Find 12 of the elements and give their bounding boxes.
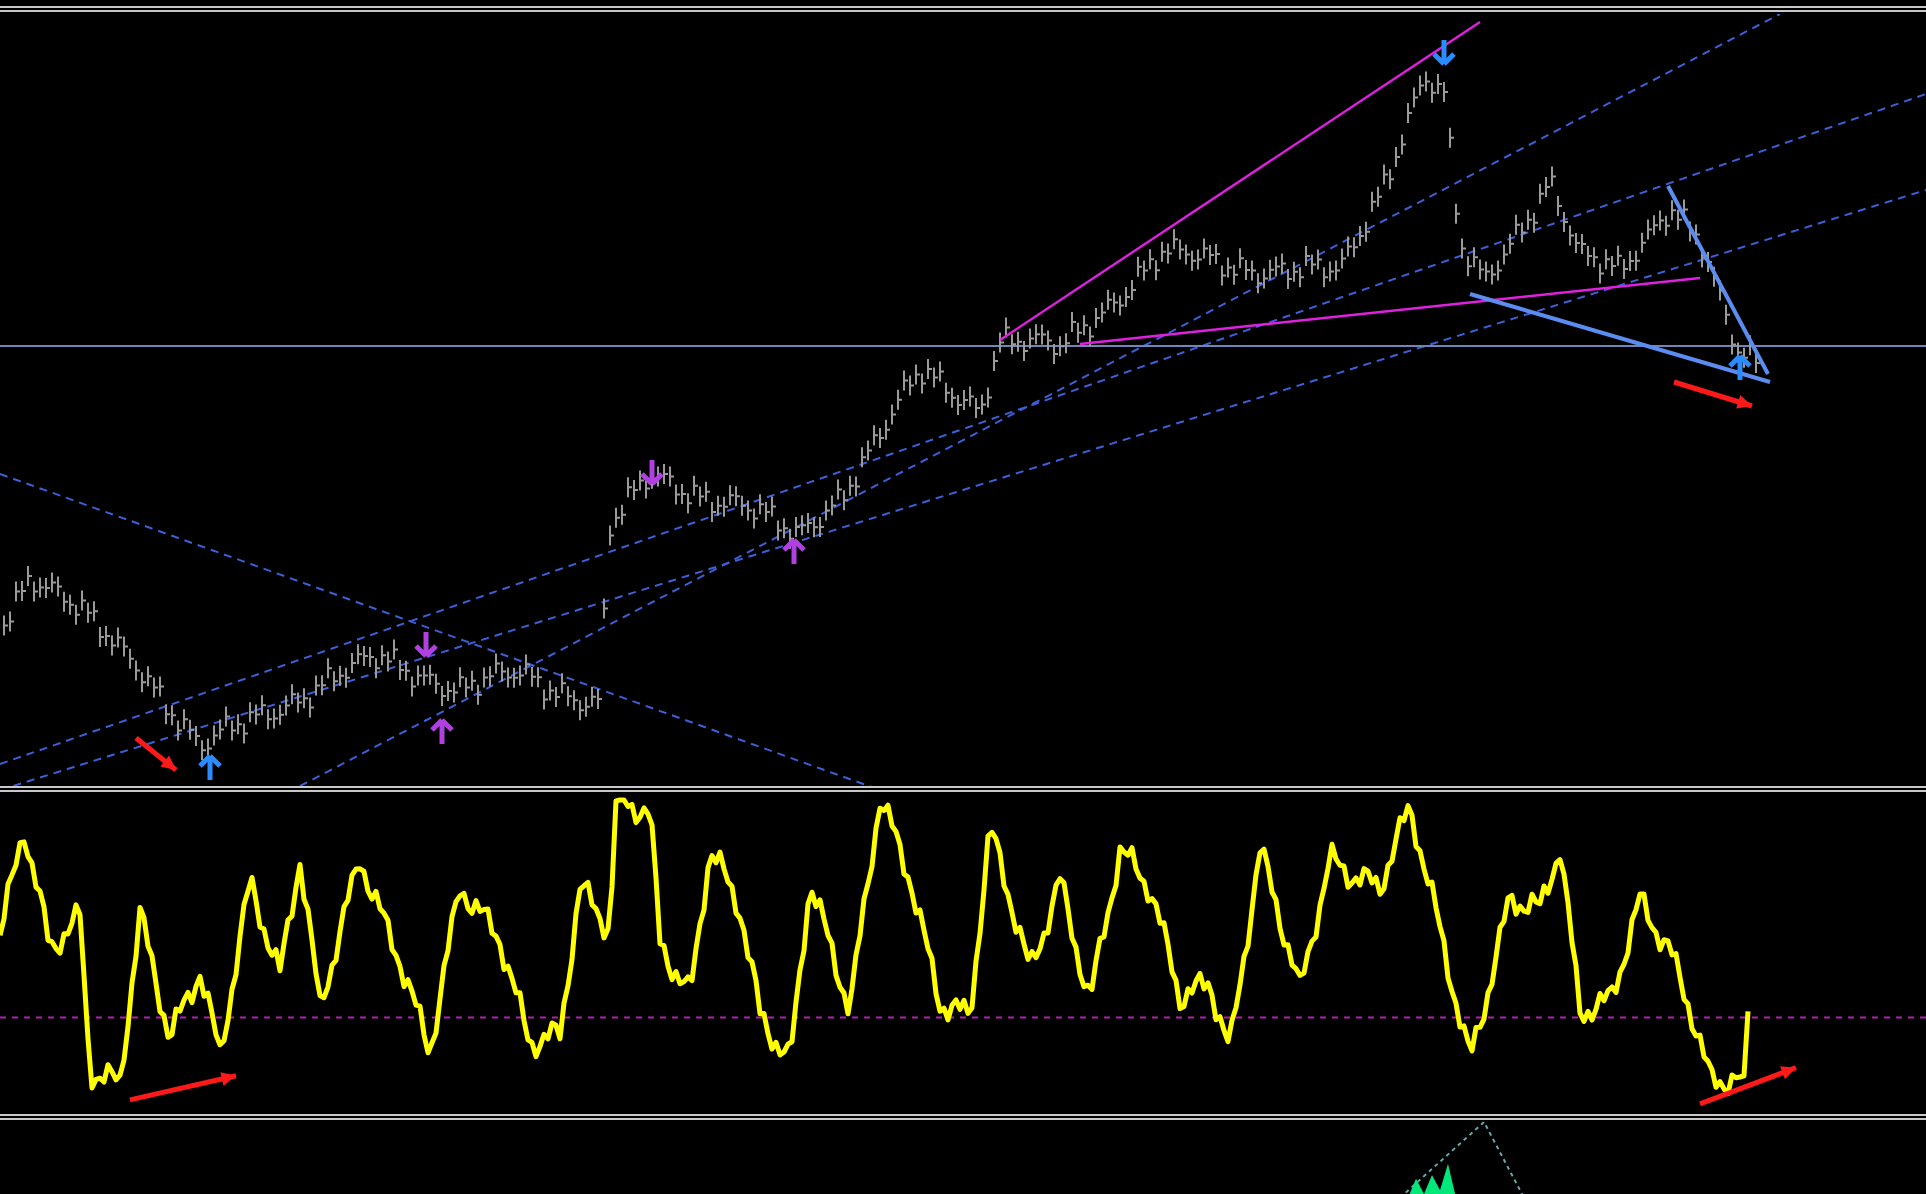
divergence-arrow-icon — [1699, 1065, 1797, 1107]
up-arrow-icon — [429, 717, 455, 747]
up-arrow-icon — [781, 537, 807, 567]
divergence-arrow-icon — [129, 1072, 237, 1103]
histogram-drawing — [1408, 1163, 1456, 1194]
up-arrow-icon — [197, 753, 223, 783]
up-arrow-icon — [1727, 353, 1753, 383]
down-arrow-icon — [413, 629, 439, 659]
divergence-arrow-icon — [1673, 379, 1753, 409]
down-arrow-icon — [639, 457, 665, 487]
divergence-arrow-icon — [134, 736, 178, 772]
down-arrow-icon — [1431, 37, 1457, 67]
